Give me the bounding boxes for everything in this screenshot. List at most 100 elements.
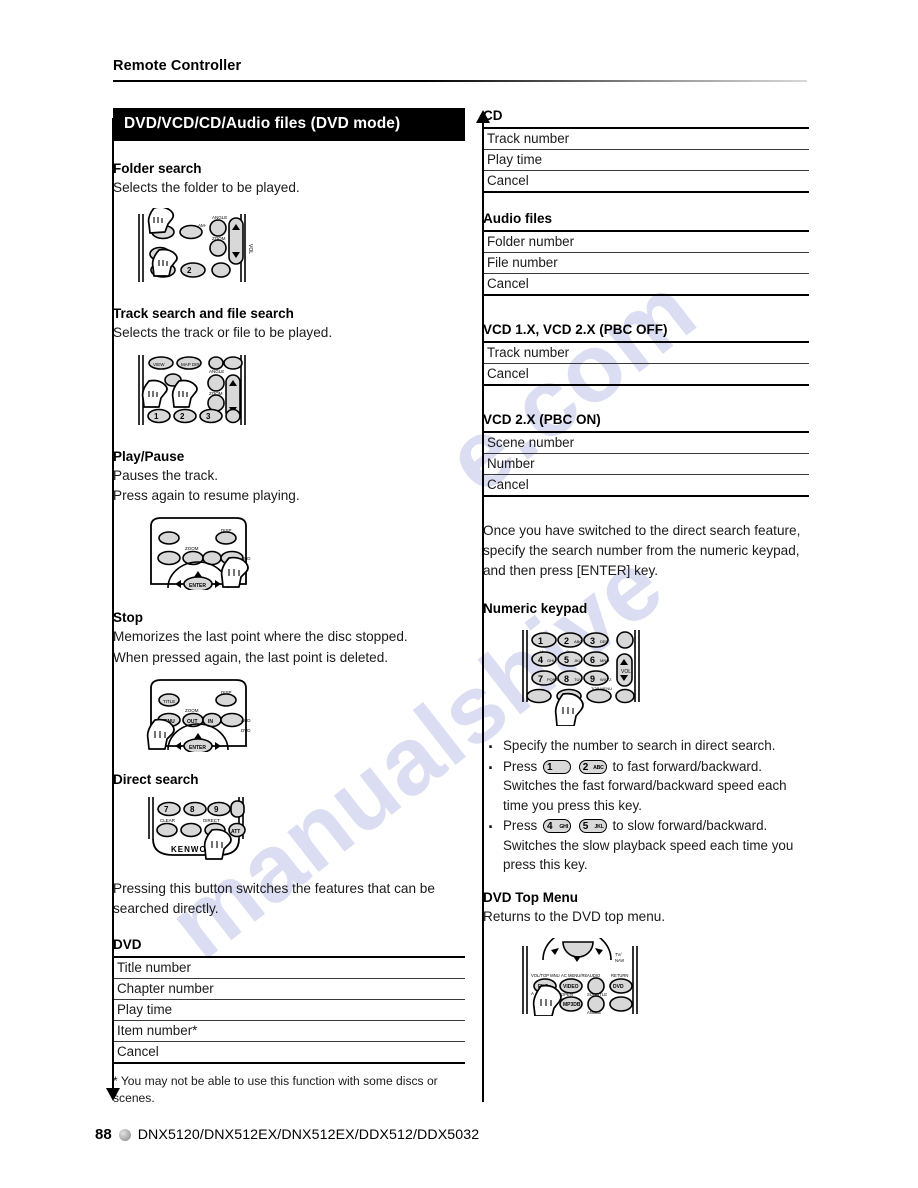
key-number: 5 xyxy=(582,821,589,833)
svg-text:MNO: MNO xyxy=(600,658,609,663)
svg-text:RETURN: RETURN xyxy=(611,973,628,978)
svg-text:4: 4 xyxy=(538,655,543,665)
bullet-prefix: Press xyxy=(503,818,538,834)
svg-text:ENTER: ENTER xyxy=(189,745,206,751)
text-direct-search-body: Pressing this button switches the featur… xyxy=(113,880,435,916)
svg-text:JKL: JKL xyxy=(574,658,582,663)
model-numbers: DNX5120/DNX512EX/DNX512EX/DDX512/DDX5032 xyxy=(137,1126,480,1143)
svg-text:VOL: VOL xyxy=(247,244,253,254)
table-row: Title number xyxy=(113,958,465,979)
section-banner: DVD/VCD/CD/Audio files (DVD mode) xyxy=(113,108,465,141)
svg-text:ZOOM: ZOOM xyxy=(185,708,199,713)
svg-text:TV/: TV/ xyxy=(615,952,622,957)
svg-text:ANGLE: ANGLE xyxy=(587,1010,601,1015)
text-track-search: Selects the track or file to be played. xyxy=(113,325,333,341)
remote-illustration-play-pause: DISP ZOOM ENTER AUD xyxy=(113,516,465,591)
svg-text:SUBTITLE: SUBTITLE xyxy=(587,992,607,997)
table-vcd2: Scene number Number Cancel xyxy=(483,431,809,497)
key-4-icon: 4 GHI xyxy=(542,819,571,834)
left-column: DVD/VCD/CD/Audio files (DVD mode) Folder… xyxy=(113,108,465,1107)
remote-illustration-folder-search: 1 2 FM+ AM- ANGLE ZOOM VOL xyxy=(113,208,465,286)
svg-text:2: 2 xyxy=(187,266,192,275)
svg-text:VOL/TOP MNU: VOL/TOP MNU xyxy=(531,973,560,978)
svg-text:3: 3 xyxy=(590,636,595,646)
bullet-suffix: to slow forward/backward. xyxy=(612,818,768,834)
flow-arrow-down-icon xyxy=(106,1088,120,1101)
footer-bullet-icon xyxy=(118,1128,131,1141)
table-row: Cancel xyxy=(487,477,529,492)
text-stop-2: When pressed again, the last point is de… xyxy=(113,649,389,665)
heading-dvd-top-menu: DVD Top Menu xyxy=(483,890,578,906)
table-title-vcd2: VCD 2.X (PBC ON) xyxy=(483,412,601,427)
remote-illustration-direct-search: 7 8 9 CLEAR DIRECT ATT KENWOOD xyxy=(113,796,465,865)
svg-text:8: 8 xyxy=(564,674,569,684)
table-row: Folder number xyxy=(483,232,809,253)
remote-illustration-track-search: 1 2 3 VIEW MAP DIR ANGLE ZOOM xyxy=(113,353,465,429)
svg-text:PQRS: PQRS xyxy=(547,677,559,682)
svg-text:OUT: OUT xyxy=(187,719,198,725)
key-number: 2 xyxy=(582,761,589,773)
svg-text:1: 1 xyxy=(154,412,159,421)
bullet-prefix: Press xyxy=(503,758,538,774)
list-item: Press 1 2 ABC to fast forward/backward. … xyxy=(483,755,809,815)
table-title-audio-files: Audio files xyxy=(483,211,553,226)
key-sublabel: JKL xyxy=(594,824,604,831)
heading-numeric-keypad: Numeric keypad xyxy=(483,601,588,617)
table-row: Scene number xyxy=(483,433,809,454)
bullet-continuation: Switches the slow playback speed each ti… xyxy=(503,837,794,872)
svg-text:+4: +4 xyxy=(539,649,544,654)
svg-text:TOP MENU: TOP MENU xyxy=(591,686,612,691)
key-sublabel: ABC xyxy=(593,764,604,771)
manual-page: Remote Controller DVD/VCD/CD/Audio files… xyxy=(0,0,918,1188)
text-dvd-top-menu: Returns to the DVD top menu. xyxy=(483,909,666,925)
header-rule xyxy=(113,80,807,82)
svg-text:IN: IN xyxy=(208,719,213,725)
key-1-icon: 1 xyxy=(542,759,571,774)
svg-text:DEF: DEF xyxy=(600,639,609,644)
heading-track-search: Track search and file search xyxy=(113,306,294,322)
key-sublabel: GHI xyxy=(559,824,568,831)
text-folder-search: Selects the folder to be played. xyxy=(113,180,300,195)
table-audio-files: Folder number File number Cancel xyxy=(483,230,809,296)
svg-text:DIRECT: DIRECT xyxy=(203,818,220,823)
remote-illustration-stop: TITLE DISP ZOOM MENU OUT IN ENTER AUD DV… xyxy=(113,678,465,752)
svg-text:9: 9 xyxy=(214,805,219,814)
svg-text:WXYZ: WXYZ xyxy=(600,677,612,682)
flow-line-right xyxy=(482,122,484,1102)
right-column: CD Track number Play time Cancel Audio f… xyxy=(483,108,809,1016)
text-stop-1: Memorizes the last point where the disc … xyxy=(113,629,408,645)
table-row: File number xyxy=(483,253,809,274)
svg-text:A: A xyxy=(531,991,534,996)
table-row: Number xyxy=(483,454,809,475)
text-play-pause-1: Pauses the track. xyxy=(113,468,219,484)
table-title-cd: CD xyxy=(483,108,503,123)
svg-text:OPEN: OPEN xyxy=(561,992,573,997)
bullet-suffix: to fast forward/backward. xyxy=(612,758,763,774)
table-row: Play time xyxy=(483,150,809,171)
svg-text:DISP: DISP xyxy=(221,528,232,533)
svg-text:ZOOM: ZOOM xyxy=(212,236,226,241)
page-footer: 88 DNX5120/DNX512EX/DNX512EX/DDX512/DDX5… xyxy=(95,1126,479,1143)
text-play-pause-2: Press again to resume playing. xyxy=(113,488,300,504)
svg-text:7: 7 xyxy=(164,805,169,814)
svg-text:NAVI: NAVI xyxy=(615,958,624,963)
heading-stop: Stop xyxy=(113,610,143,626)
bullet-list: Specify the number to search in direct s… xyxy=(483,734,809,874)
bullet-continuation: Switches the fast forward/backward speed… xyxy=(503,778,787,813)
table-row: Cancel xyxy=(117,1043,159,1059)
svg-text:8: 8 xyxy=(190,805,195,814)
svg-text:AC MENU/RE: AC MENU/RE xyxy=(561,973,587,978)
key-number: 4 xyxy=(546,821,553,833)
svg-text:MP3DB: MP3DB xyxy=(563,1002,581,1008)
heading-folder-search: Folder search xyxy=(113,161,202,176)
page-number: 88 xyxy=(95,1126,112,1143)
svg-text:3: 3 xyxy=(206,412,211,421)
svg-text:9: 9 xyxy=(590,674,595,684)
flow-arrow-up-icon xyxy=(476,110,490,123)
table-row: Cancel xyxy=(487,276,529,291)
key-2-icon: 2 ABC xyxy=(578,759,607,774)
table-dvd: Title number Chapter number Play time It… xyxy=(113,955,465,1064)
svg-text:2: 2 xyxy=(564,636,569,646)
key-5-icon: 5 JKL xyxy=(578,819,607,834)
table-vcd1: Track number Cancel xyxy=(483,341,809,386)
